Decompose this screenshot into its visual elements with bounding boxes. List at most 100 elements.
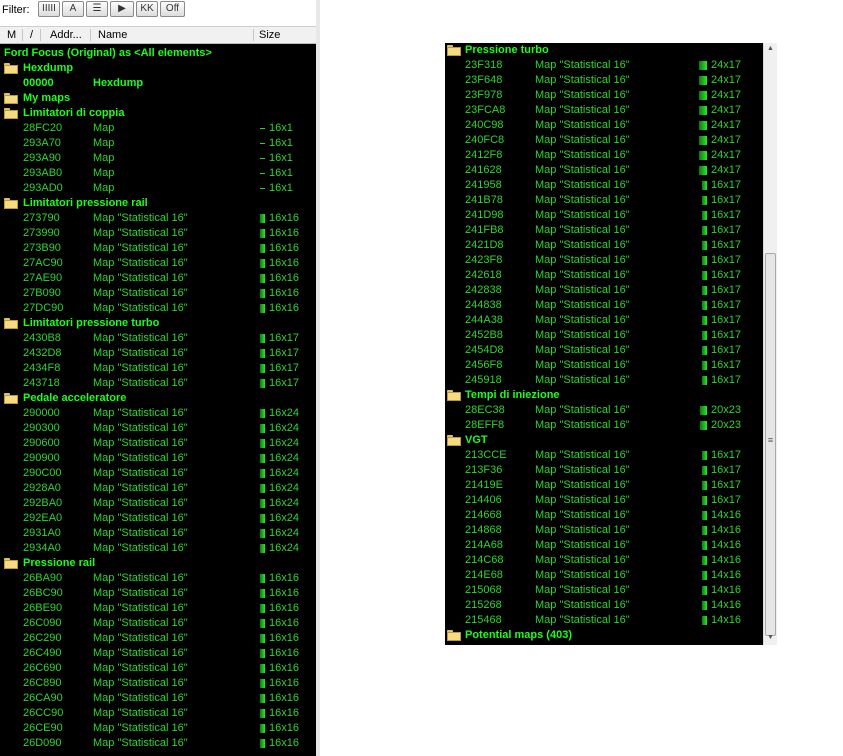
map-row[interactable]: 214406 Map "Statistical 16" 16x17 <box>445 493 763 508</box>
map-row[interactable]: 241958 Map "Statistical 16" 16x17 <box>445 178 763 193</box>
map-row[interactable]: 293A70 Map 16x1 <box>0 136 316 151</box>
map-row[interactable]: 215268 Map "Statistical 16" 14x16 <box>445 598 763 613</box>
filter-text-button[interactable]: A <box>62 1 84 17</box>
map-row[interactable]: 2452B8 Map "Statistical 16" 16x17 <box>445 328 763 343</box>
map-row[interactable]: 213CCE Map "Statistical 16" 16x17 <box>445 448 763 463</box>
map-row[interactable]: 2454D8 Map "Statistical 16" 16x17 <box>445 343 763 358</box>
map-tree-left[interactable]: Ford Focus (Original) as <All elements> H… <box>0 44 316 756</box>
map-row[interactable]: 240FC8 Map "Statistical 16" 24x17 <box>445 133 763 148</box>
column-sort[interactable]: / <box>30 29 33 41</box>
map-row[interactable]: 293AB0 Map 16x1 <box>0 166 316 181</box>
map-row[interactable]: 242618 Map "Statistical 16" 16x17 <box>445 268 763 283</box>
vertical-scrollbar[interactable]: ▲ ≡ ▼ <box>763 43 777 645</box>
map-row[interactable]: 215068 Map "Statistical 16" 14x16 <box>445 583 763 598</box>
map-row[interactable]: 28EC38 Map "Statistical 16" 20x23 <box>445 403 763 418</box>
column-name[interactable]: Name <box>98 29 127 41</box>
map-row[interactable]: 214668 Map "Statistical 16" 14x16 <box>445 508 763 523</box>
map-row[interactable]: 26CA90 Map "Statistical 16" 16x16 <box>0 691 316 706</box>
tree-group[interactable]: Potential maps (403) <box>445 628 763 643</box>
map-row[interactable]: 213F36 Map "Statistical 16" 16x17 <box>445 463 763 478</box>
map-row[interactable]: 2421D8 Map "Statistical 16" 16x17 <box>445 238 763 253</box>
map-row[interactable]: 293A90 Map 16x1 <box>0 151 316 166</box>
map-row[interactable]: 241D98 Map "Statistical 16" 16x17 <box>445 208 763 223</box>
map-row[interactable]: 2412F8 Map "Statistical 16" 24x17 <box>445 148 763 163</box>
column-address[interactable]: Addr... <box>50 29 82 41</box>
map-row[interactable]: 27B090 Map "Statistical 16" 16x16 <box>0 286 316 301</box>
map-row[interactable]: 23F978 Map "Statistical 16" 24x17 <box>445 88 763 103</box>
map-row[interactable]: 26BE90 Map "Statistical 16" 16x16 <box>0 601 316 616</box>
map-row[interactable]: 214868 Map "Statistical 16" 14x16 <box>445 523 763 538</box>
map-row[interactable]: 27DC90 Map "Statistical 16" 16x16 <box>0 301 316 316</box>
map-row[interactable]: 26C890 Map "Statistical 16" 16x16 <box>0 676 316 691</box>
map-row[interactable]: 290900 Map "Statistical 16" 16x24 <box>0 451 316 466</box>
map-row[interactable]: 27AC90 Map "Statistical 16" 16x16 <box>0 256 316 271</box>
map-row[interactable]: 242838 Map "Statistical 16" 16x17 <box>445 283 763 298</box>
map-row[interactable]: 273990 Map "Statistical 16" 16x16 <box>0 226 316 241</box>
tree-group[interactable]: VGT <box>445 433 763 448</box>
map-row[interactable]: 245918 Map "Statistical 16" 16x17 <box>445 373 763 388</box>
map-tree-right[interactable]: Pressione turbo 23F318 Map "Statistical 16… <box>445 43 763 645</box>
map-row[interactable]: 241628 Map "Statistical 16" 24x17 <box>445 163 763 178</box>
map-row[interactable]: 26CC90 Map "Statistical 16" 16x16 <box>0 706 316 721</box>
scroll-up-icon[interactable]: ▲ <box>766 45 775 52</box>
map-row[interactable]: 241FB8 Map "Statistical 16" 16x17 <box>445 223 763 238</box>
map-row[interactable]: 240C98 Map "Statistical 16" 24x17 <box>445 118 763 133</box>
map-row[interactable]: 290600 Map "Statistical 16" 16x24 <box>0 436 316 451</box>
filter-off-button[interactable]: Off <box>160 1 185 17</box>
tree-group[interactable]: Pressione turbo <box>445 43 763 58</box>
map-row[interactable]: 2423F8 Map "Statistical 16" 16x17 <box>445 253 763 268</box>
map-row[interactable]: 214E68 Map "Statistical 16" 14x16 <box>445 568 763 583</box>
map-row[interactable]: 2432D8 Map "Statistical 16" 16x17 <box>0 346 316 361</box>
tree-group[interactable]: My maps <box>0 91 316 106</box>
map-row[interactable]: 28EFF8 Map "Statistical 16" 20x23 <box>445 418 763 433</box>
map-row[interactable]: 2456F8 Map "Statistical 16" 16x17 <box>445 358 763 373</box>
tree-root[interactable]: Ford Focus (Original) as <All elements> <box>0 46 316 61</box>
tree-group[interactable]: Limitatori pressione turbo <box>0 316 316 331</box>
column-size[interactable]: Size <box>259 29 280 41</box>
map-row[interactable]: 2934A0 Map "Statistical 16" 16x24 <box>0 541 316 556</box>
map-row[interactable]: 26C490 Map "Statistical 16" 16x16 <box>0 646 316 661</box>
map-row[interactable]: 23F648 Map "Statistical 16" 24x17 <box>445 73 763 88</box>
map-row[interactable]: 23FCA8 Map "Statistical 16" 24x17 <box>445 103 763 118</box>
map-row[interactable]: 290C00 Map "Statistical 16" 16x24 <box>0 466 316 481</box>
map-row[interactable]: 293AD0 Map 16x1 <box>0 181 316 196</box>
map-row[interactable]: 214A68 Map "Statistical 16" 14x16 <box>445 538 763 553</box>
map-row[interactable]: 2434F8 Map "Statistical 16" 16x17 <box>0 361 316 376</box>
tree-group[interactable]: Pressione rail <box>0 556 316 571</box>
map-row[interactable]: 273790 Map "Statistical 16" 16x16 <box>0 211 316 226</box>
tree-group[interactable]: Limitatori pressione rail <box>0 196 316 211</box>
map-row[interactable]: 26CE90 Map "Statistical 16" 16x16 <box>0 721 316 736</box>
map-row[interactable]: 23F318 Map "Statistical 16" 24x17 <box>445 58 763 73</box>
map-row[interactable]: 26C690 Map "Statistical 16" 16x16 <box>0 661 316 676</box>
map-row[interactable]: 21419E Map "Statistical 16" 16x17 <box>445 478 763 493</box>
map-row[interactable]: 214C68 Map "Statistical 16" 14x16 <box>445 553 763 568</box>
map-row[interactable]: 290000 Map "Statistical 16" 16x24 <box>0 406 316 421</box>
column-m[interactable]: M <box>7 29 16 41</box>
map-row[interactable]: 26D090 Map "Statistical 16" 16x16 <box>0 736 316 751</box>
map-row[interactable]: 243718 Map "Statistical 16" 16x17 <box>0 376 316 391</box>
tree-group[interactable]: Tempi di iniezione <box>445 388 763 403</box>
map-row[interactable]: 290300 Map "Statistical 16" 16x24 <box>0 421 316 436</box>
map-row[interactable]: 2928A0 Map "Statistical 16" 16x24 <box>0 481 316 496</box>
map-row[interactable]: 27AE90 Map "Statistical 16" 16x16 <box>0 271 316 286</box>
map-row[interactable]: 215468 Map "Statistical 16" 14x16 <box>445 613 763 628</box>
tree-group[interactable]: Limitatori di coppia <box>0 106 316 121</box>
map-row[interactable]: 26C290 Map "Statistical 16" 16x16 <box>0 631 316 646</box>
map-row[interactable]: 2430B8 Map "Statistical 16" 16x17 <box>0 331 316 346</box>
map-row[interactable]: 26BA90 Map "Statistical 16" 16x16 <box>0 571 316 586</box>
map-row[interactable]: 26BC90 Map "Statistical 16" 16x16 <box>0 586 316 601</box>
map-row[interactable]: 273B90 Map "Statistical 16" 16x16 <box>0 241 316 256</box>
map-row[interactable]: 244A38 Map "Statistical 16" 16x17 <box>445 313 763 328</box>
map-row[interactable]: 244838 Map "Statistical 16" 16x17 <box>445 298 763 313</box>
map-row[interactable]: 2931A0 Map "Statistical 16" 16x24 <box>0 526 316 541</box>
tree-group[interactable]: Hexdump <box>0 61 316 76</box>
map-row[interactable]: 26C090 Map "Statistical 16" 16x16 <box>0 616 316 631</box>
map-row[interactable]: 28FC20 Map 16x1 <box>0 121 316 136</box>
filter-bits-button[interactable]: IIIII <box>38 1 60 17</box>
filter-kk-button[interactable]: KK <box>136 1 158 17</box>
scroll-down-icon[interactable]: ▼ <box>766 634 775 641</box>
filter-flag-button[interactable]: ▶ <box>110 1 134 17</box>
tree-group[interactable]: Pedale acceleratore <box>0 391 316 406</box>
map-row[interactable]: 292BA0 Map "Statistical 16" 16x24 <box>0 496 316 511</box>
filter-tree-button[interactable]: ☰ <box>86 1 108 17</box>
